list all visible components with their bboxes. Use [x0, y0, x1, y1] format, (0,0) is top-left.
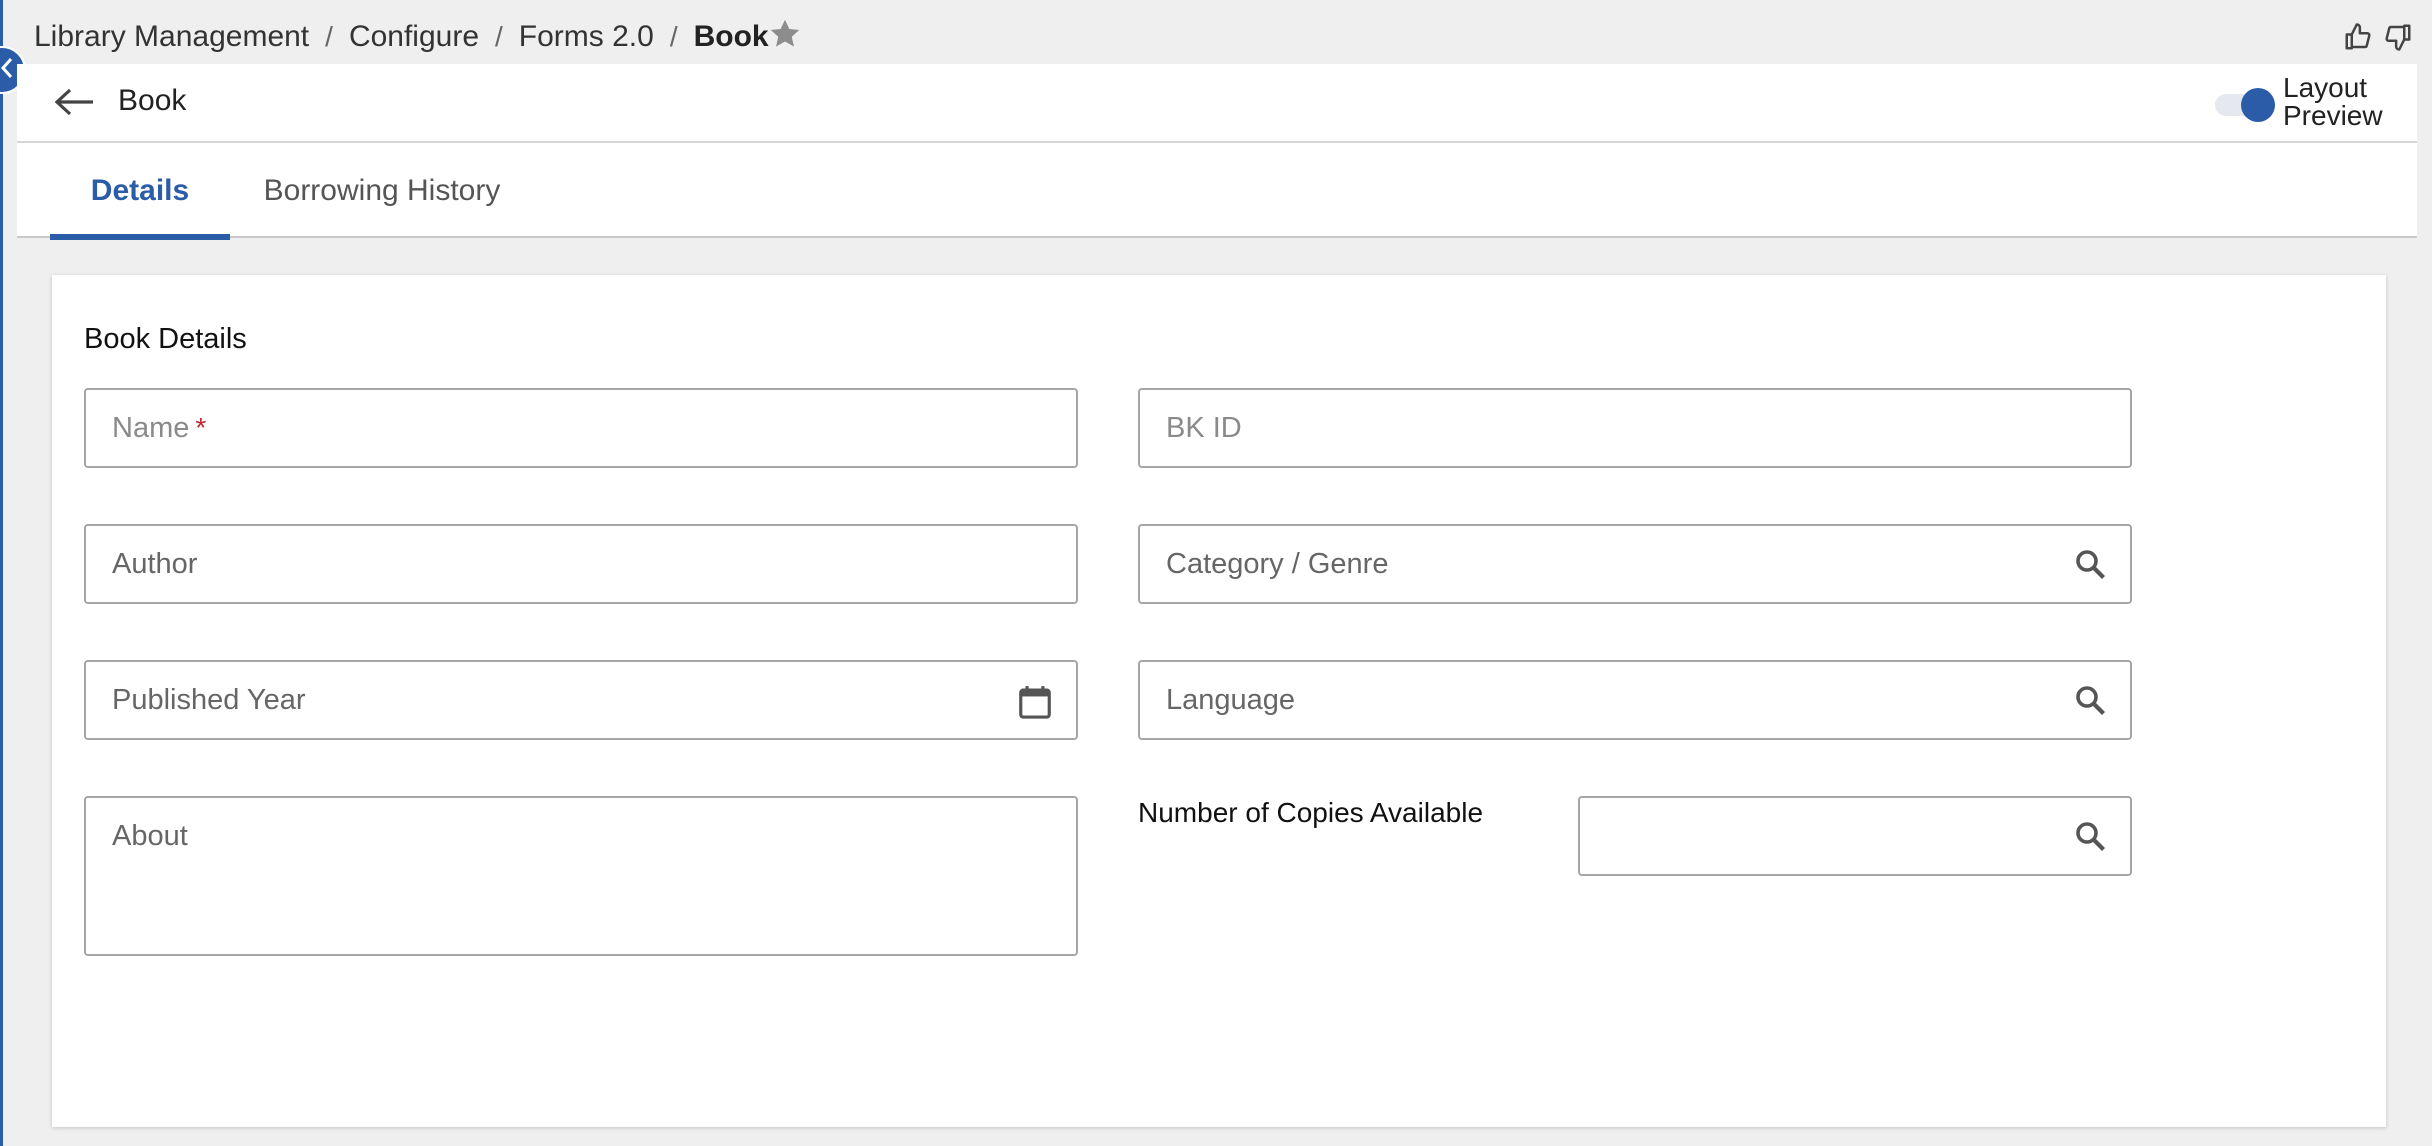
thumbs-up-icon[interactable] [2343, 22, 2373, 57]
author-field[interactable]: Author [84, 524, 1078, 604]
published-year-field[interactable]: Published Year [84, 660, 1078, 740]
published-year-field-label: Published Year [112, 684, 306, 716]
tab-borrowing-history[interactable]: Borrowing History [247, 143, 517, 238]
language-field-label: Language [1166, 684, 1296, 716]
name-field[interactable]: Name * [84, 388, 1078, 468]
about-textarea[interactable]: About [84, 796, 1078, 956]
breadcrumb-item-configure[interactable]: Configure [349, 20, 479, 54]
chevron-left-icon [0, 57, 15, 84]
breadcrumb-item-library-management[interactable]: Library Management [34, 20, 309, 54]
bk-id-field-label: BK ID [1166, 412, 1242, 444]
section-title: Book Details [84, 323, 247, 355]
category-genre-field[interactable]: Category / Genre [1138, 524, 2132, 604]
star-icon[interactable] [767, 16, 803, 57]
page-header: Book Layout Preview [17, 64, 2417, 143]
thumbs-down-icon[interactable] [2383, 22, 2413, 57]
author-field-label: Author [112, 548, 198, 580]
left-accent-strip [0, 0, 3, 1146]
page-title: Book [118, 84, 187, 117]
tab-bar: Details Borrowing History [17, 143, 2417, 240]
breadcrumb-current: Book [693, 20, 769, 53]
search-icon[interactable] [2072, 682, 2108, 723]
breadcrumb-separator: / [669, 21, 678, 52]
language-field[interactable]: Language [1138, 660, 2132, 740]
layout-preview-label: Layout Preview [2283, 72, 2383, 131]
search-icon[interactable] [2072, 818, 2108, 859]
breadcrumb-separator: / [325, 21, 333, 52]
tab-details[interactable]: Details [50, 143, 230, 240]
breadcrumb: Library Management / Configure / Forms 2… [34, 20, 769, 54]
required-indicator: * [195, 412, 207, 443]
back-arrow-icon[interactable] [53, 86, 95, 123]
copies-available-field[interactable] [1578, 796, 2132, 876]
search-icon[interactable] [2072, 546, 2108, 587]
about-field-label: About [112, 820, 188, 852]
bk-id-field[interactable]: BK ID [1138, 388, 2132, 468]
breadcrumb-bar: Library Management / Configure / Forms 2… [3, 4, 2432, 64]
name-field-label: Name * [112, 412, 207, 444]
breadcrumb-separator: / [495, 21, 503, 52]
breadcrumb-item-forms[interactable]: Forms 2.0 [519, 20, 654, 54]
calendar-icon[interactable] [1016, 682, 1054, 727]
copies-available-label: Number of Copies Available [1138, 797, 1484, 828]
category-genre-field-label: Category / Genre [1166, 548, 1389, 580]
toggle-knob [2241, 88, 2275, 122]
book-details-card: Book Details Name * BK ID Author Category… [52, 275, 2386, 1127]
layout-preview-toggle[interactable] [2215, 88, 2275, 122]
